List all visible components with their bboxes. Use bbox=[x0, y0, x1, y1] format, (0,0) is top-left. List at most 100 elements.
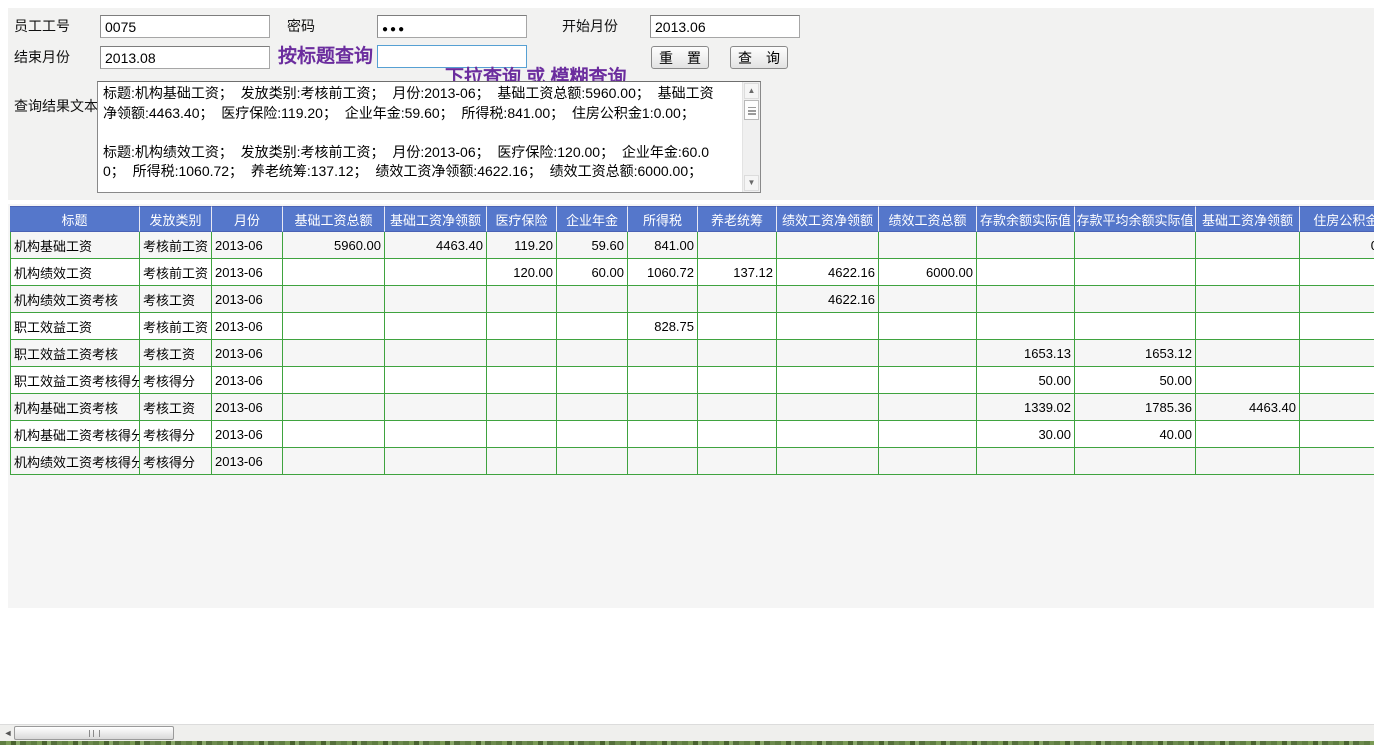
table-cell: 2013-06 bbox=[212, 286, 283, 313]
table-cell: 1785.36 bbox=[1075, 394, 1196, 421]
table-cell bbox=[977, 448, 1075, 475]
column-header[interactable]: 绩效工资净领额 bbox=[777, 206, 879, 232]
table-cell: 机构绩效工资考核得分 bbox=[10, 448, 140, 475]
table-row[interactable]: 机构基础工资考核前工资2013-065960.004463.40119.2059… bbox=[10, 232, 1374, 259]
table-cell: 6000.00 bbox=[879, 259, 977, 286]
table-cell bbox=[698, 313, 777, 340]
scrollbar-grip-icon bbox=[89, 730, 100, 737]
table-cell bbox=[777, 421, 879, 448]
table-row[interactable]: 职工效益工资考核考核工资2013-061653.131653.12 bbox=[10, 340, 1374, 367]
table-cell bbox=[879, 313, 977, 340]
table-cell bbox=[1196, 421, 1300, 448]
table-cell: 5960.00 bbox=[283, 232, 385, 259]
start-month-input[interactable] bbox=[650, 15, 800, 38]
table-cell bbox=[487, 421, 557, 448]
table-cell bbox=[698, 367, 777, 394]
table-row[interactable]: 机构基础工资考核得分考核得分2013-0630.0040.00 bbox=[10, 421, 1374, 448]
table-cell bbox=[977, 232, 1075, 259]
horizontal-scrollbar[interactable]: ◄ bbox=[0, 724, 1374, 741]
table-cell: 59.60 bbox=[557, 232, 628, 259]
table-cell: 考核前工资 bbox=[140, 232, 212, 259]
column-header[interactable]: 存款余额实际值 bbox=[977, 206, 1075, 232]
column-header[interactable]: 养老统筹 bbox=[698, 206, 777, 232]
table-cell bbox=[1196, 367, 1300, 394]
title-query-label: 按标题查询 bbox=[278, 41, 373, 68]
table-cell bbox=[487, 313, 557, 340]
table-cell bbox=[777, 313, 879, 340]
table-cell: 考核得分 bbox=[140, 421, 212, 448]
reset-button[interactable]: 重 置 bbox=[651, 46, 709, 69]
table-cell bbox=[1075, 286, 1196, 313]
table-cell: 40.00 bbox=[1075, 421, 1196, 448]
table-cell: 30.00 bbox=[977, 421, 1075, 448]
table-cell bbox=[1300, 340, 1374, 367]
horizontal-scrollbar-thumb[interactable] bbox=[14, 726, 174, 740]
password-input[interactable] bbox=[377, 15, 527, 38]
table-cell bbox=[698, 448, 777, 475]
table-cell: 2013-06 bbox=[212, 421, 283, 448]
table-row[interactable]: 机构绩效工资考核前工资2013-06120.0060.001060.72137.… bbox=[10, 259, 1374, 286]
result-textbox[interactable]: 标题:机构基础工资； 发放类别:考核前工资； 月份:2013-06； 基础工资总… bbox=[97, 81, 761, 193]
start-month-label: 开始月份 bbox=[562, 16, 618, 36]
query-button[interactable]: 查 询 bbox=[730, 46, 788, 69]
column-header[interactable]: 标题 bbox=[10, 206, 140, 232]
table-cell bbox=[879, 286, 977, 313]
result-scrollbar-thumb[interactable] bbox=[744, 100, 759, 120]
table-header-row: 标题发放类别月份基础工资总额基础工资净领额医疗保险企业年金所得税养老统筹绩效工资… bbox=[10, 206, 1374, 232]
table-cell bbox=[487, 286, 557, 313]
table-cell: 4622.16 bbox=[777, 286, 879, 313]
column-header[interactable]: 发放类别 bbox=[140, 206, 212, 232]
table-cell bbox=[283, 394, 385, 421]
result-vertical-scrollbar[interactable]: ▲ ▼ bbox=[742, 82, 760, 192]
column-header[interactable]: 住房公积金1 bbox=[1300, 206, 1374, 232]
employee-id-input[interactable] bbox=[100, 15, 270, 38]
column-header[interactable]: 所得税 bbox=[628, 206, 698, 232]
table-cell: 职工效益工资 bbox=[10, 313, 140, 340]
table-row[interactable]: 机构绩效工资考核考核工资2013-064622.16 bbox=[10, 286, 1374, 313]
column-header[interactable]: 存款平均余额实际值 bbox=[1075, 206, 1196, 232]
table-row[interactable]: 机构基础工资考核考核工资2013-061339.021785.364463.40 bbox=[10, 394, 1374, 421]
table-cell bbox=[283, 367, 385, 394]
table-cell: 2013-06 bbox=[212, 259, 283, 286]
table-cell bbox=[283, 340, 385, 367]
results-grid-area: 标题发放类别月份基础工资总额基础工资净领额医疗保险企业年金所得税养老统筹绩效工资… bbox=[8, 204, 1374, 608]
table-cell bbox=[557, 313, 628, 340]
table-cell bbox=[1196, 448, 1300, 475]
table-cell bbox=[1196, 286, 1300, 313]
scroll-down-icon[interactable]: ▼ bbox=[744, 175, 759, 191]
scroll-up-icon[interactable]: ▲ bbox=[744, 83, 759, 99]
table-cell: 119.20 bbox=[487, 232, 557, 259]
column-header[interactable]: 绩效工资总额 bbox=[879, 206, 977, 232]
column-header[interactable]: 企业年金 bbox=[557, 206, 628, 232]
table-cell bbox=[1300, 394, 1374, 421]
column-header[interactable]: 月份 bbox=[212, 206, 283, 232]
table-cell bbox=[879, 448, 977, 475]
table-cell bbox=[628, 286, 698, 313]
table-row[interactable]: 机构绩效工资考核得分考核得分2013-06 bbox=[10, 448, 1374, 475]
table-cell bbox=[628, 448, 698, 475]
table-cell bbox=[698, 340, 777, 367]
column-header[interactable]: 基础工资总额 bbox=[283, 206, 385, 232]
table-cell bbox=[557, 448, 628, 475]
table-cell bbox=[283, 448, 385, 475]
end-month-input[interactable] bbox=[100, 46, 270, 69]
table-cell: 2013-06 bbox=[212, 232, 283, 259]
table-cell: 考核工资 bbox=[140, 340, 212, 367]
table-row[interactable]: 职工效益工资考核前工资2013-06828.75 bbox=[10, 313, 1374, 340]
table-cell: 1653.12 bbox=[1075, 340, 1196, 367]
table-cell bbox=[698, 232, 777, 259]
column-header[interactable]: 医疗保险 bbox=[487, 206, 557, 232]
table-cell: 考核前工资 bbox=[140, 313, 212, 340]
table-row[interactable]: 职工效益工资考核得分考核得分2013-0650.0050.00 bbox=[10, 367, 1374, 394]
table-cell bbox=[1075, 313, 1196, 340]
table-cell bbox=[628, 340, 698, 367]
table-cell bbox=[977, 313, 1075, 340]
table-cell bbox=[385, 286, 487, 313]
column-header[interactable]: 基础工资净领额 bbox=[1196, 206, 1300, 232]
table-cell bbox=[628, 394, 698, 421]
table-cell: 4463.40 bbox=[1196, 394, 1300, 421]
table-cell: 1653.13 bbox=[977, 340, 1075, 367]
column-header[interactable]: 基础工资净领额 bbox=[385, 206, 487, 232]
table-cell bbox=[557, 394, 628, 421]
table-cell: 50.00 bbox=[1075, 367, 1196, 394]
